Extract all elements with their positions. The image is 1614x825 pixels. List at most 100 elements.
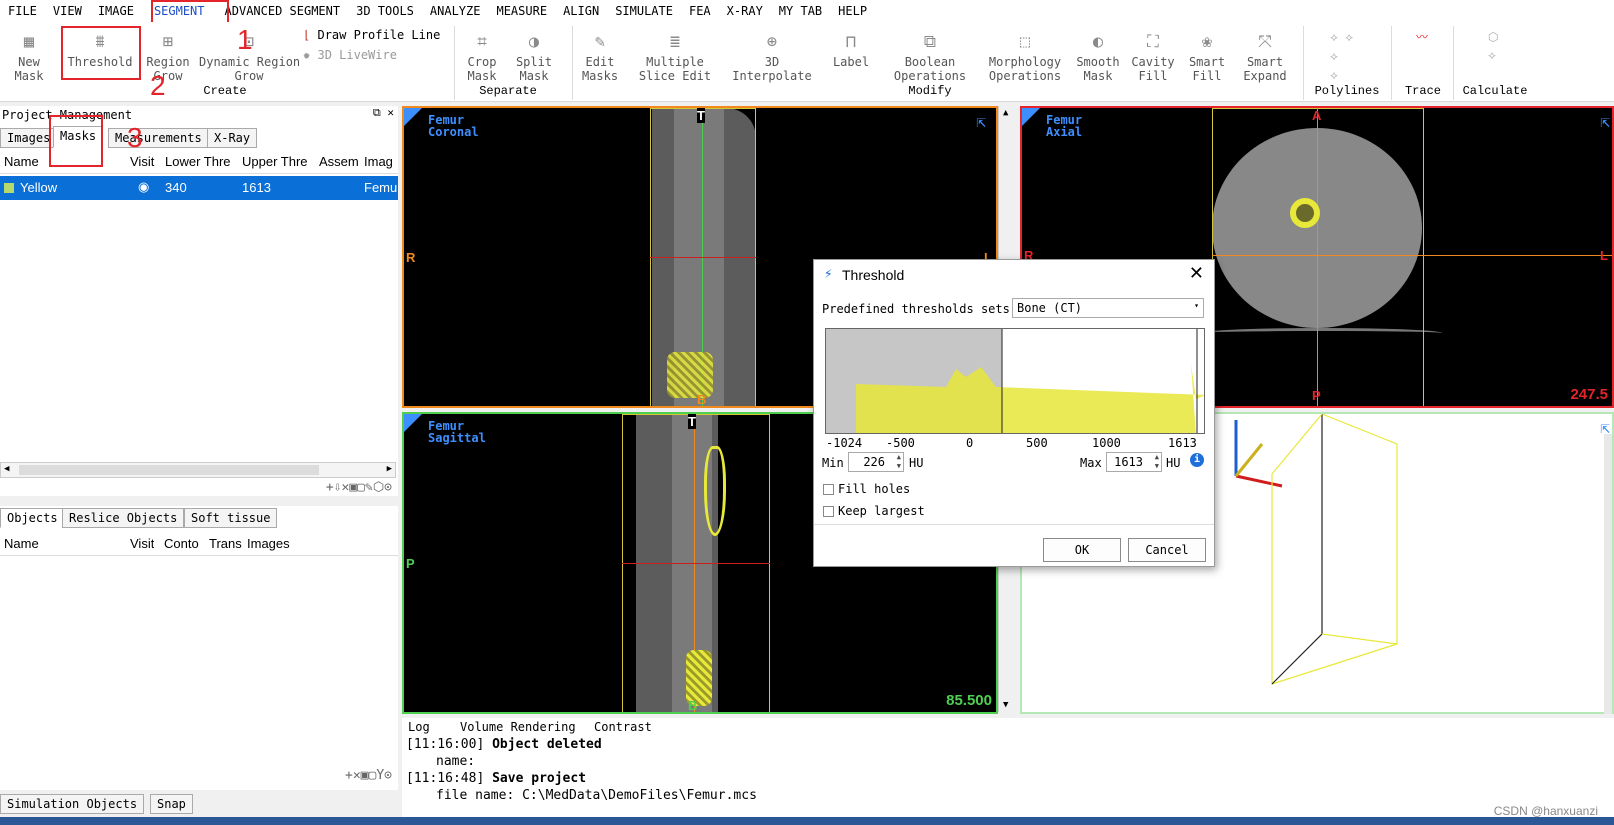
predefined-select[interactable]: Bone (CT) ▾ bbox=[1012, 298, 1204, 318]
scroll-left-icon[interactable]: ◀ bbox=[4, 464, 9, 474]
mask-color-swatch bbox=[4, 183, 14, 193]
scroll-thumb[interactable] bbox=[19, 465, 319, 475]
interpolate-button[interactable]: ⊕ 3D Interpolate bbox=[722, 32, 822, 83]
smart-fill-button[interactable]: ❀ Smart Fill bbox=[1185, 32, 1229, 83]
tab-snap[interactable]: Snap bbox=[150, 794, 193, 814]
col-name[interactable]: Name bbox=[4, 536, 39, 551]
menu-help[interactable]: HELP bbox=[830, 0, 875, 22]
menu-analyze[interactable]: ANALYZE bbox=[422, 0, 489, 22]
horizontal-scrollbar[interactable]: ◀ ▶ bbox=[0, 462, 396, 478]
log-content: [11:16:00] Object deleted name: [11:16:4… bbox=[406, 736, 757, 804]
tab-log[interactable]: Log bbox=[402, 718, 436, 738]
calculate-tools[interactable]: ⬡ ⟡ bbox=[1488, 28, 1498, 64]
log-time: [11:16:00] bbox=[406, 737, 485, 752]
menu-measure[interactable]: MEASURE bbox=[488, 0, 555, 22]
menu-my-tab[interactable]: MY TAB bbox=[771, 0, 830, 22]
scroll-right-icon[interactable]: ▶ bbox=[387, 464, 392, 474]
expand-icon[interactable]: ⇱ bbox=[976, 112, 986, 131]
menu-3d-tools[interactable]: 3D TOOLS bbox=[348, 0, 422, 22]
grid-icon: ▦ bbox=[23, 32, 35, 52]
morphology-operations-button[interactable]: ⬚ Morphology Operations bbox=[985, 32, 1065, 83]
menu-simulate[interactable]: SIMULATE bbox=[607, 0, 681, 22]
col-visible[interactable]: Visit bbox=[130, 536, 154, 551]
col-images[interactable]: Images bbox=[247, 536, 290, 551]
axial-view-select[interactable]: Axial bbox=[1046, 126, 1082, 138]
cavity-fill-button[interactable]: ⛶ Cavity Fill bbox=[1131, 32, 1175, 83]
info-icon[interactable]: i bbox=[1190, 453, 1204, 467]
smart-expand-button[interactable]: ⤧ Smart Expand bbox=[1240, 32, 1290, 83]
corner-marker bbox=[1022, 108, 1040, 126]
menu-view[interactable]: VIEW bbox=[45, 0, 90, 22]
scroll-down-icon[interactable]: ▼ bbox=[1003, 700, 1008, 710]
col-assembly[interactable]: Assem bbox=[319, 154, 361, 169]
fill-holes-checkbox[interactable] bbox=[823, 484, 834, 495]
menu-xray[interactable]: X-RAY bbox=[719, 0, 771, 22]
polyline-tools[interactable]: ⟡ ⟡ ⟡ ⟡ bbox=[1330, 28, 1353, 85]
eye-icon[interactable]: ◉ bbox=[138, 179, 149, 195]
femur-mask bbox=[704, 446, 726, 536]
menu-align[interactable]: ALIGN bbox=[555, 0, 607, 22]
min-unit: HU bbox=[909, 456, 924, 470]
scroll-up-icon[interactable]: ▲ bbox=[1003, 108, 1008, 118]
menu-fea[interactable]: FEA bbox=[681, 0, 719, 22]
col-contour[interactable]: Conto bbox=[164, 536, 199, 551]
smooth-mask-button[interactable]: ◐ Smooth Mask bbox=[1076, 32, 1120, 83]
tab-contrast[interactable]: Contrast bbox=[588, 718, 658, 738]
split-icon: ◑ bbox=[528, 32, 540, 52]
col-transparency[interactable]: Trans bbox=[209, 536, 242, 551]
histogram[interactable] bbox=[825, 328, 1205, 434]
gear-icon: ✹ bbox=[303, 48, 311, 62]
trace-icon[interactable]: 〰 bbox=[1416, 28, 1428, 45]
smooth-mask-label: Smooth Mask bbox=[1076, 55, 1120, 83]
panel-controls[interactable]: ⧉ ✕ bbox=[373, 106, 394, 120]
stepper-icon[interactable]: ▲ ▼ bbox=[897, 453, 901, 471]
new-mask-button[interactable]: ▦ New Mask bbox=[8, 32, 50, 83]
menu-image[interactable]: IMAGE bbox=[90, 0, 142, 22]
label-button[interactable]: ⊓ Label bbox=[831, 32, 871, 69]
edit-masks-button[interactable]: ✎ Edit Masks bbox=[578, 32, 622, 83]
col-lower[interactable]: Lower Thre bbox=[165, 154, 237, 169]
tab-objects[interactable]: Objects bbox=[0, 508, 65, 528]
tab-measurements[interactable]: Measurements bbox=[108, 128, 209, 148]
log-detail: name: bbox=[436, 754, 476, 769]
mask-toolbar[interactable]: +⇩✕▣▢✎⬡⊙ bbox=[326, 480, 392, 495]
multiple-slice-edit-button[interactable]: ≣ Multiple Slice Edit bbox=[636, 32, 714, 83]
split-mask-button[interactable]: ◑ Split Mask bbox=[514, 32, 554, 83]
ok-button[interactable]: OK bbox=[1043, 538, 1121, 562]
cancel-button[interactable]: Cancel bbox=[1128, 538, 1206, 562]
region-grow-icon: ⊞ bbox=[162, 32, 174, 52]
roi-box bbox=[1212, 108, 1424, 406]
col-upper[interactable]: Upper Thre bbox=[242, 154, 314, 169]
stepper-icon[interactable]: ▲ ▼ bbox=[1155, 453, 1159, 471]
interpolate-icon: ⊕ bbox=[766, 32, 778, 52]
bucket-icon: ⛶ bbox=[1147, 32, 1159, 52]
dialog-footer-divider bbox=[814, 524, 1214, 525]
col-image[interactable]: Imag bbox=[364, 154, 398, 169]
mask-image: Femu bbox=[364, 180, 398, 195]
tab-reslice-objects[interactable]: Reslice Objects bbox=[62, 508, 185, 528]
menu-file[interactable]: FILE bbox=[0, 0, 45, 22]
max-input[interactable]: 1613 ▲ ▼ bbox=[1106, 452, 1162, 472]
expand-icon: ⤧ bbox=[1258, 32, 1272, 52]
sagittal-view-select[interactable]: Sagittal bbox=[428, 432, 486, 444]
menu-advanced-segment[interactable]: ADVANCED SEGMENT bbox=[217, 0, 349, 22]
side-toolbar[interactable] bbox=[1604, 434, 1612, 714]
min-input[interactable]: 226 ▲ ▼ bbox=[848, 452, 904, 472]
livewire-button[interactable]: ✹ 3D LiveWire bbox=[303, 48, 397, 62]
objects-toolbar[interactable]: +✕▣▢Y⊙ bbox=[345, 768, 392, 783]
col-visible[interactable]: Visit bbox=[130, 154, 158, 169]
log-detail: file name: C:\MedData\DemoFiles\Femur.mc… bbox=[436, 788, 757, 803]
crop-mask-button[interactable]: ⌗ Crop Mask bbox=[462, 32, 502, 83]
boolean-operations-button[interactable]: ⧉ Boolean Operations bbox=[890, 32, 970, 83]
close-icon[interactable]: ✕ bbox=[1189, 263, 1204, 284]
expand-icon[interactable]: ⇱ bbox=[1600, 112, 1610, 131]
tab-simulation-objects[interactable]: Simulation Objects bbox=[0, 794, 145, 814]
coronal-view-select[interactable]: Coronal bbox=[428, 126, 479, 138]
tab-soft-tissue[interactable]: Soft tissue bbox=[184, 508, 278, 528]
keep-largest-checkbox[interactable] bbox=[823, 506, 834, 517]
table-row[interactable]: Yellow ◉ 340 1613 Femu bbox=[0, 176, 398, 200]
tab-volume-rendering[interactable]: Volume Rendering bbox=[454, 718, 582, 738]
bone-mask bbox=[1290, 198, 1320, 228]
tab-xray[interactable]: X-Ray bbox=[207, 128, 258, 148]
draw-profile-line-button[interactable]: ⌊ Draw Profile Line bbox=[303, 28, 440, 42]
